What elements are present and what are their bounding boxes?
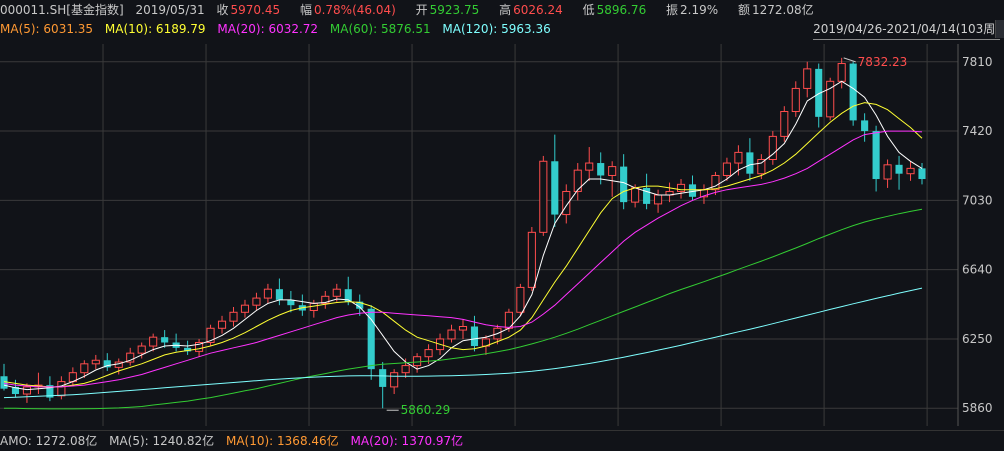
candle-body: [597, 163, 605, 176]
candle-body: [149, 336, 158, 347]
candle-body: [367, 308, 375, 370]
scroll-handle[interactable]: [995, 20, 1004, 38]
candle-body: [803, 68, 812, 89]
candle-body: [551, 161, 559, 215]
candle-body: [734, 151, 743, 164]
candle-body: [137, 345, 146, 354]
candle-body: [746, 152, 754, 174]
candle-body: [229, 311, 238, 322]
security-code: 000011.SH[基金指数]: [0, 3, 124, 17]
candle-body: [918, 168, 926, 180]
candle-body: [263, 288, 272, 299]
amo-ma5: MA(5): 1240.82亿: [109, 434, 215, 448]
candle-body: [22, 386, 32, 395]
candle-body: [332, 288, 341, 297]
amount-footer: AMO: 1272.08亿 MA(5): 1240.82亿 MA(10): 13…: [0, 430, 1004, 451]
candle-body: [401, 365, 410, 374]
low-value: 5896.76: [596, 3, 647, 17]
y-tick-label: 7810: [962, 55, 993, 69]
y-tick-label: 6250: [962, 332, 993, 346]
candle-body: [447, 329, 456, 340]
candle-body: [161, 337, 169, 343]
change-label: 幅: [299, 3, 312, 17]
ma60-legend: MA(60): 5876.51: [329, 22, 431, 36]
high-pointer: [843, 57, 856, 63]
candle-body: [620, 166, 628, 203]
change-value: 0.78%(46.04): [313, 3, 396, 17]
candle-body: [654, 194, 663, 205]
ma60-line: [4, 208, 923, 410]
candle-body: [861, 120, 869, 132]
candle-body: [883, 164, 892, 180]
amount-value: 1272.08亿: [752, 3, 814, 17]
candle-body: [516, 286, 525, 313]
amo-value: AMO: 1272.08亿: [0, 434, 98, 448]
high-annotation: 7832.23: [858, 55, 908, 69]
candle-body: [91, 359, 100, 365]
candle-body: [722, 162, 731, 176]
candle-body: [791, 87, 800, 113]
candle-body: [849, 63, 857, 121]
candle-body: [573, 169, 582, 192]
candle-body: [837, 63, 846, 82]
quote-date: 2019/05/31: [135, 3, 205, 17]
candle-body: [379, 369, 387, 387]
candle-body: [872, 131, 880, 180]
candle-body: [252, 297, 261, 306]
amount-label: 额: [738, 3, 751, 17]
candle-body: [688, 184, 697, 197]
candle-body: [608, 166, 617, 176]
low-label: 低: [582, 3, 595, 17]
amo-ma20: MA(20): 1370.97亿: [350, 434, 464, 448]
high-value: 6026.24: [513, 3, 563, 17]
candle-body: [80, 363, 89, 374]
y-tick-label: 6640: [962, 263, 993, 277]
candle-body: [631, 187, 640, 203]
candle-body: [895, 164, 903, 174]
ma10-legend: MA(10): 6189.79: [104, 22, 206, 36]
candle-body: [470, 326, 479, 347]
candle-body: [240, 304, 250, 313]
amplitude-label: 振: [666, 3, 679, 17]
candle-body: [527, 231, 536, 288]
candle-body: [275, 289, 283, 300]
y-tick-label: 5860: [962, 401, 993, 415]
candle-body: [585, 162, 594, 171]
candle-body: [711, 174, 720, 191]
close-label: 收: [216, 3, 229, 17]
candle-body: [217, 320, 227, 329]
date-range-selector[interactable]: 2019/04/26-2021/04/14(103周): [813, 20, 1000, 40]
y-tick-label: 7030: [962, 193, 993, 207]
candle-body: [676, 183, 686, 192]
candle-body: [458, 326, 468, 331]
ma5-legend: MA(5): 6031.35: [0, 22, 94, 36]
candle-body: [413, 356, 422, 367]
open-value: 5923.75: [429, 3, 480, 17]
candle-body: [57, 381, 66, 397]
candle-body: [780, 111, 789, 137]
candle-body: [390, 372, 399, 388]
open-label: 开: [415, 3, 428, 17]
amplitude-value: 2.19%: [680, 3, 719, 17]
ma20-legend: MA(20): 6032.72: [217, 22, 319, 36]
close-value: 5970.45: [230, 3, 281, 17]
quote-header: 000011.SH[基金指数] 2019/05/31 收 5970.45 幅 0.7…: [0, 0, 1004, 20]
candle-body: [424, 349, 433, 358]
low-annotation: 5860.29: [401, 403, 451, 417]
candlestick-chart[interactable]: 5860 6250 6640 7030 7420 7810 7832.23 5860.29: [0, 40, 1004, 430]
y-tick-label: 7420: [962, 124, 993, 138]
candle-body: [539, 160, 548, 233]
amo-ma10: MA(10): 1368.46亿: [225, 434, 339, 448]
ma120-legend: MA(120): 5963.36: [442, 22, 551, 36]
high-label: 高: [499, 3, 512, 17]
candle-body: [906, 167, 915, 175]
